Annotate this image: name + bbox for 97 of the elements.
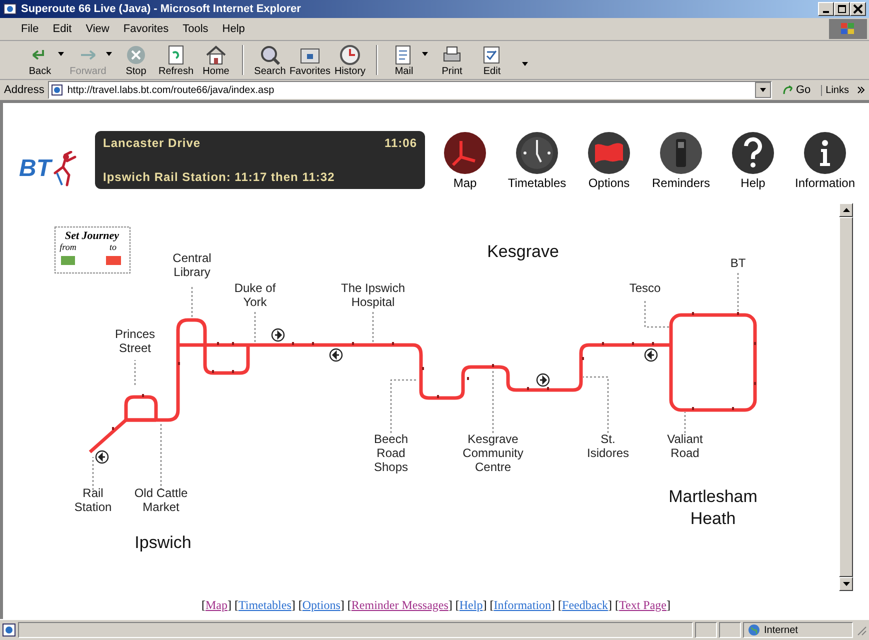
minimize-button[interactable] — [818, 2, 834, 16]
help-button[interactable]: Help — [717, 131, 789, 190]
stop-label[interactable]: Tesco — [629, 281, 661, 295]
scrollbar[interactable] — [839, 203, 853, 591]
stop-label[interactable]: Central Library — [172, 251, 212, 279]
footer-link[interactable]: Reminder Messages — [351, 598, 448, 612]
footer-link[interactable]: Map — [205, 598, 228, 612]
address-field[interactable]: http://travel.labs.bt.com/route66/java/index.asp — [48, 81, 772, 99]
footer-link[interactable]: Help — [459, 598, 483, 612]
status-pane — [719, 622, 741, 638]
right-arrow-icon[interactable] — [536, 373, 550, 387]
globe-icon — [748, 624, 760, 636]
status-pane — [695, 622, 717, 638]
browser-icon — [3, 2, 17, 16]
stop-label[interactable]: Beech Road Shops — [374, 432, 408, 474]
dropdown-arrow-icon[interactable] — [522, 62, 528, 66]
piper-figure-icon — [51, 151, 77, 187]
chevron-icon[interactable] — [857, 86, 865, 94]
arrow-icon — [782, 84, 794, 96]
map-button[interactable]: Map — [429, 131, 501, 190]
information-button[interactable]: Information — [789, 131, 861, 190]
clock-icon — [339, 44, 361, 66]
footer-link[interactable]: Text Page — [619, 598, 667, 612]
windows-logo — [829, 19, 867, 39]
right-arrow-icon[interactable] — [271, 328, 285, 342]
favorites-button[interactable]: Favorites — [290, 44, 330, 76]
left-arrow-icon[interactable] — [95, 450, 109, 464]
footer-link[interactable]: Information — [494, 598, 552, 612]
links-button[interactable]: Links — [820, 84, 853, 96]
area-label: Ipswich — [134, 533, 192, 552]
from-label: from — [60, 242, 76, 252]
stop-label[interactable]: Princes Street — [115, 327, 155, 355]
edit-button[interactable]: Edit — [472, 44, 512, 76]
logo-text: BT — [19, 155, 51, 183]
page-icon — [51, 84, 64, 96]
question-icon — [731, 131, 775, 175]
footer-link[interactable]: Feedback — [562, 598, 608, 612]
zone-label: Internet — [764, 624, 798, 636]
panel-title: Set Journey — [64, 230, 120, 242]
clock-icon — [515, 131, 559, 175]
area-label: Martlesham Heath — [668, 487, 758, 528]
stop-label[interactable]: Old Cattle Market — [134, 486, 188, 514]
house-icon — [205, 44, 227, 66]
stop-name: Lancaster Drive — [103, 136, 201, 150]
left-arrow-icon[interactable] — [329, 348, 343, 362]
mail-button[interactable]: Mail — [384, 44, 424, 76]
info-icon — [803, 131, 847, 175]
address-label: Address — [4, 84, 44, 96]
up-arrow-icon[interactable] — [842, 208, 850, 212]
down-arrow-icon[interactable] — [842, 582, 850, 586]
stop-label[interactable]: Kesgrave Community Centre — [462, 432, 524, 474]
menu-item[interactable]: Edit — [46, 23, 79, 35]
back-button[interactable]: Back — [20, 44, 60, 76]
window-title: Superoute 66 Live (Java) - Microsoft Internet Explorer — [21, 3, 302, 15]
close-icon — [853, 4, 863, 14]
stop-label[interactable]: Duke of York — [234, 281, 276, 309]
maximize-button[interactable] — [834, 2, 850, 16]
timetables-button[interactable]: Timetables — [501, 131, 573, 190]
page-icon — [2, 623, 16, 637]
stop-label[interactable]: The Ipswich Hospital — [340, 281, 406, 309]
clock-time: 11:06 — [384, 136, 417, 150]
stop-label[interactable]: Rail Station — [74, 486, 112, 514]
dropdown-arrow-icon[interactable] — [422, 52, 428, 56]
footer-link[interactable]: Timetables — [238, 598, 292, 612]
stop-label[interactable]: Valiant Road — [667, 432, 703, 460]
go-button[interactable]: Go — [776, 84, 817, 96]
axes-icon — [443, 131, 487, 175]
search-button[interactable]: Search — [250, 44, 290, 76]
maximize-icon — [837, 4, 847, 14]
print-button[interactable]: Print — [432, 44, 472, 76]
menu-item[interactable]: Help — [215, 23, 252, 35]
menu-item[interactable]: File — [14, 23, 46, 35]
menu-item[interactable]: Favorites — [116, 23, 176, 35]
to-label: to — [110, 242, 116, 252]
left-arrow-icon[interactable] — [644, 348, 658, 362]
menu-item[interactable]: Tools — [176, 23, 216, 35]
phone-icon — [659, 131, 703, 175]
search-icon — [259, 44, 281, 66]
close-button[interactable] — [850, 2, 866, 16]
home-button[interactable]: Home — [196, 44, 236, 76]
history-button[interactable]: History — [330, 44, 370, 76]
flag-icon — [587, 131, 631, 175]
refresh-button[interactable]: Refresh — [156, 44, 196, 76]
stop-label[interactable]: BT — [730, 256, 746, 270]
dropdown-arrow-icon[interactable] — [58, 52, 64, 56]
stop-icon — [125, 44, 147, 66]
footer-link[interactable]: Options — [302, 598, 340, 612]
menu-item[interactable]: View — [78, 23, 116, 35]
area-label: Kesgrave — [487, 242, 559, 261]
options-button[interactable]: Options — [573, 131, 645, 190]
resize-grip-icon — [855, 624, 867, 636]
stop-button[interactable]: Stop — [116, 44, 156, 76]
next-departures: Ipswich Rail Station: 11:17 then 11:32 — [103, 170, 335, 184]
reminders-button[interactable]: Reminders — [645, 131, 717, 190]
minimize-icon — [823, 10, 829, 12]
footer-links: [Map] [Timetables] [Options] [Reminder Messages] [Help] [Information] [Feedback] [Text Page] — [201, 598, 671, 612]
stop-label[interactable]: St. Isidores — [586, 432, 630, 460]
